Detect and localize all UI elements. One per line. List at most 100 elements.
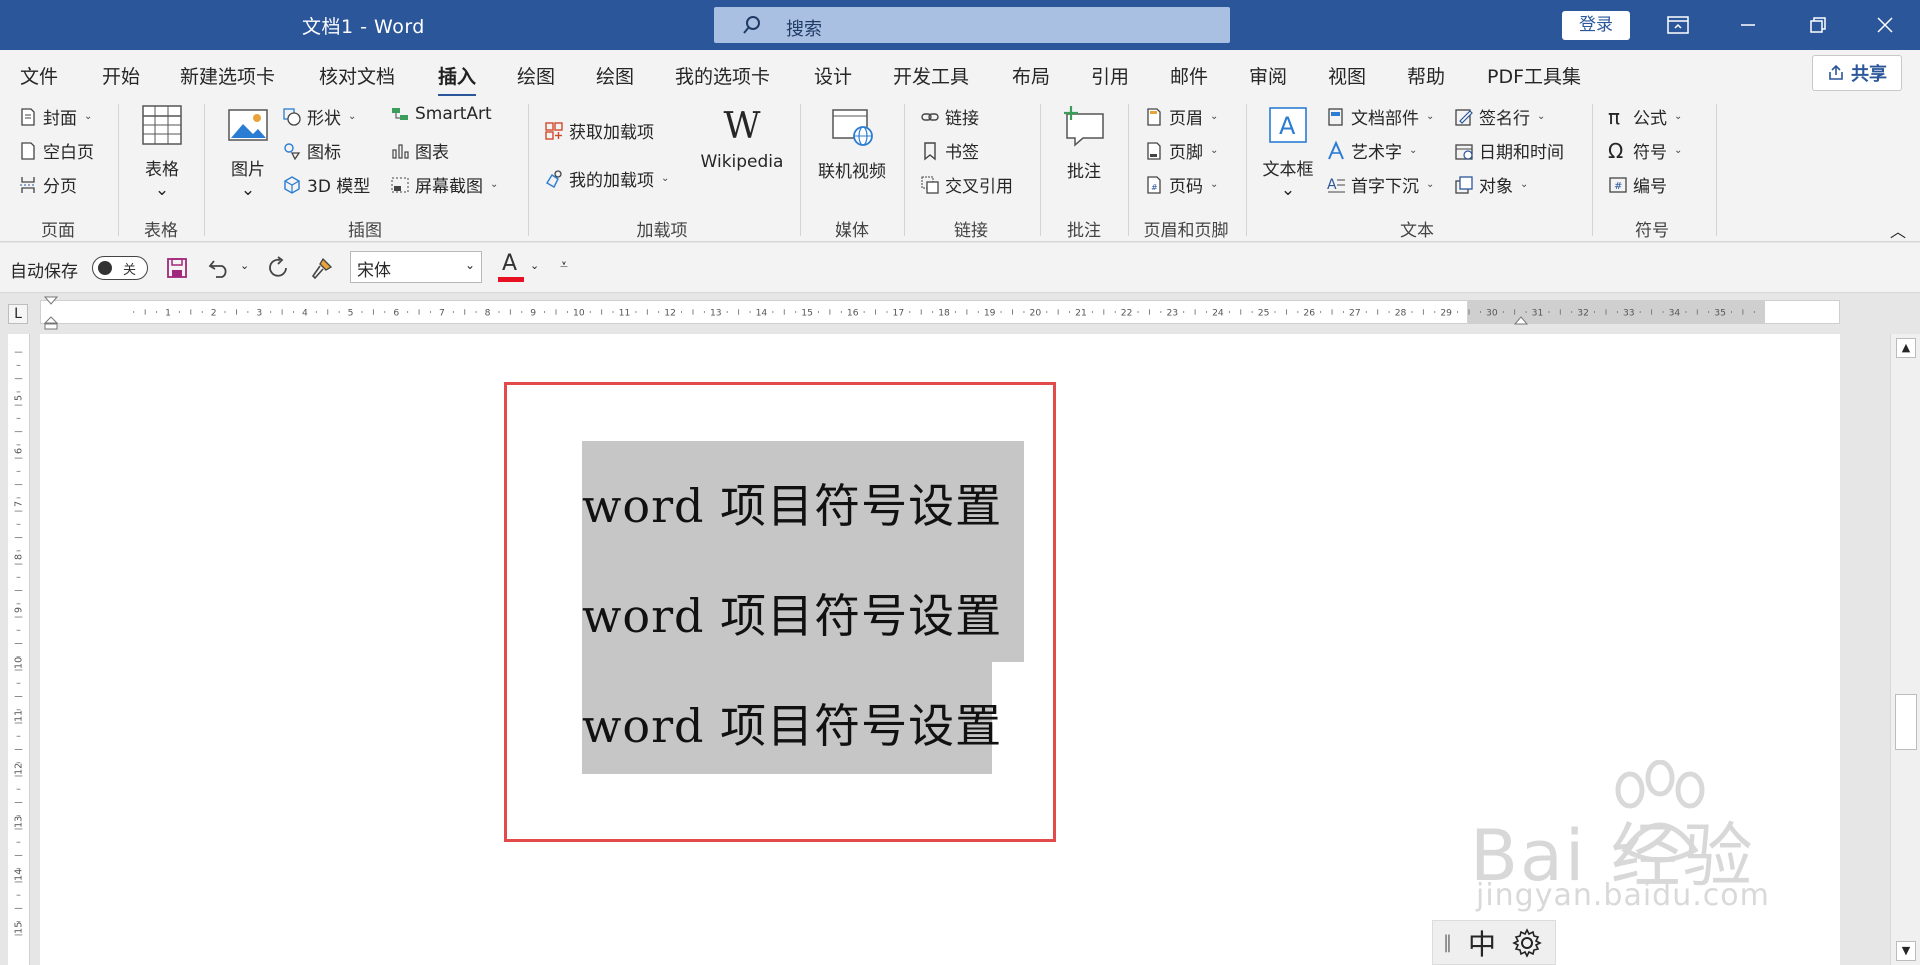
online-video-button[interactable]: 联机视频 [812, 106, 892, 182]
tab-references[interactable]: 引用 [1091, 62, 1129, 89]
tab-design[interactable]: 设计 [814, 62, 852, 89]
blank-page-button[interactable]: 空白页 [18, 138, 94, 163]
tab-review[interactable]: 审阅 [1249, 62, 1287, 89]
login-button[interactable]: 登录 [1562, 11, 1630, 40]
quick-parts-button[interactable]: 文档部件 ⌄ [1326, 104, 1434, 129]
tab-pdf-tools[interactable]: PDF工具集 [1487, 62, 1581, 89]
vertical-scrollbar[interactable]: ▲ ▼ [1890, 334, 1920, 965]
header-button[interactable]: 页眉 ⌄ [1144, 104, 1218, 129]
wikipedia-button[interactable]: W Wikipedia [696, 106, 788, 172]
shapes-button[interactable]: 形状 ⌄ [282, 104, 356, 129]
tab-file[interactable]: 文件 [20, 62, 58, 89]
cross-reference-button[interactable]: 交叉引用 [920, 172, 1013, 197]
format-painter-icon[interactable] [310, 256, 334, 280]
cover-page-button[interactable]: 封面 ⌄ [18, 104, 92, 129]
left-indent-marker[interactable] [44, 316, 58, 330]
horizontal-ruler[interactable]: 1 2 3 4 5 6 7 8 9 10 11 12 13 14 15 16 17 18 19 20 21 22 23 24 2… [40, 300, 1840, 324]
smartart-button[interactable]: SmartArt [390, 104, 492, 124]
tab-draw-2[interactable]: 绘图 [596, 62, 634, 89]
font-name-select[interactable]: 宋体 ⌄ [350, 251, 482, 283]
undo-dropdown-icon[interactable]: ⌄ [240, 259, 249, 272]
autosave-toggle[interactable]: 关 [92, 256, 148, 280]
page-break-icon [20, 176, 36, 193]
ruler-number: 25 [1258, 308, 1270, 319]
my-addins-button[interactable]: 我的加载项 ⌄ [544, 166, 669, 191]
symbol-button[interactable]: Ω 符号 ⌄ [1608, 138, 1682, 164]
tab-view[interactable]: 视图 [1328, 62, 1366, 89]
header-icon [1147, 107, 1161, 126]
object-button[interactable]: 对象 ⌄ [1454, 172, 1528, 197]
tab-layout[interactable]: 布局 [1012, 62, 1050, 89]
number-button[interactable]: # 编号 [1608, 172, 1667, 197]
wordart-button[interactable]: 艺术字 ⌄ [1326, 138, 1417, 163]
tab-developer[interactable]: 开发工具 [893, 62, 969, 89]
page-number-button[interactable]: # 页码 ⌄ [1144, 172, 1218, 197]
ruler-number: 27 [1349, 308, 1361, 319]
icons-button[interactable]: 图标 [282, 138, 341, 163]
link-button[interactable]: 链接 [920, 104, 979, 129]
redo-icon[interactable] [266, 256, 292, 280]
ime-mode-toggle[interactable]: 中 [1468, 923, 1496, 963]
gear-icon[interactable] [1512, 927, 1542, 958]
vertical-ruler[interactable]: 5 6 7 8 9 10 11 12 13 14 15 [8, 334, 30, 965]
bookmark-button[interactable]: 书签 [920, 138, 979, 163]
ruler-number: 15 [801, 308, 813, 319]
scroll-down-icon[interactable]: ▼ [1896, 941, 1916, 961]
drag-handle-icon[interactable]: ‖ [1443, 932, 1452, 953]
share-button[interactable]: 共享 [1812, 55, 1902, 91]
ruler-number: 8 [485, 308, 491, 319]
picture-icon [228, 109, 268, 141]
scroll-thumb[interactable] [1895, 694, 1917, 750]
save-icon[interactable] [166, 257, 188, 279]
ruler-number: 18 [938, 308, 950, 319]
tab-check-document[interactable]: 核对文档 [319, 62, 395, 89]
comment-button[interactable]: 批注 [1056, 104, 1112, 182]
tab-my-tab[interactable]: 我的选项卡 [675, 62, 770, 89]
signature-line-button[interactable]: 签名行 ⌄ [1454, 104, 1545, 129]
restore-button[interactable] [1783, 0, 1853, 50]
ribbon-insert: 封面 ⌄ 空白页 分页 页面 表格 ⌄ 表格 图片 ⌄ 形状 ⌄ 图标 3D 模型 Sm… [0, 96, 1920, 242]
textbox-button[interactable]: A 文本框 ⌄ [1258, 104, 1318, 200]
group-label-addins: 加载项 [636, 221, 688, 241]
tab-help[interactable]: 帮助 [1407, 62, 1445, 89]
tab-draw[interactable]: 绘图 [517, 62, 555, 89]
cube-icon [284, 175, 300, 194]
chart-button[interactable]: 图表 [390, 138, 449, 163]
collapse-ribbon-icon[interactable]: ︿ [1890, 218, 1906, 242]
svg-text:#: # [1151, 183, 1158, 192]
group-label-comments: 批注 [1067, 221, 1101, 241]
get-addins-button[interactable]: 获取加载项 [544, 118, 654, 143]
ribbon-display-icon [1667, 16, 1689, 34]
undo-icon[interactable] [208, 257, 232, 279]
tab-insert[interactable]: 插入 [438, 62, 477, 97]
page-break-button[interactable]: 分页 [18, 172, 77, 197]
group-label-illustrations: 插图 [348, 221, 382, 241]
table-button[interactable]: 表格 ⌄ [134, 104, 190, 200]
tab-new-tab[interactable]: 新建选项卡 [180, 62, 275, 89]
smartart-icon [392, 108, 408, 120]
first-line-indent-marker[interactable] [44, 296, 58, 306]
svg-text:#: # [1614, 181, 1622, 192]
font-color-button[interactable]: A [498, 251, 526, 285]
scroll-up-icon[interactable]: ▲ [1896, 338, 1916, 358]
3d-model-button[interactable]: 3D 模型 [282, 172, 370, 197]
minimize-button[interactable] [1713, 0, 1783, 50]
equation-button[interactable]: π 公式 ⌄ [1608, 104, 1682, 130]
wikipedia-icon: W [723, 106, 761, 147]
close-button[interactable] [1850, 0, 1920, 50]
picture-button[interactable]: 图片 ⌄ [222, 104, 274, 200]
tab-selector-button[interactable]: L [8, 304, 28, 324]
date-time-button[interactable]: 日期和时间 [1454, 138, 1564, 163]
tab-mailings[interactable]: 邮件 [1170, 62, 1208, 89]
footer-icon [1147, 141, 1161, 160]
footer-button[interactable]: 页脚 ⌄ [1144, 138, 1218, 163]
ribbon-display-options-button[interactable] [1643, 0, 1713, 50]
drop-cap-button[interactable]: A 首字下沉 ⌄ [1326, 172, 1434, 198]
right-indent-marker[interactable] [1514, 316, 1528, 326]
screenshot-button[interactable]: 屏幕截图 ⌄ [390, 172, 498, 197]
search-box[interactable]: 搜索 [714, 7, 1230, 43]
customize-qat-icon[interactable]: ⩡ [560, 257, 568, 273]
blank-page-icon [21, 141, 35, 160]
tab-home[interactable]: 开始 [102, 62, 140, 89]
font-color-dropdown-icon[interactable]: ⌄ [530, 259, 539, 272]
